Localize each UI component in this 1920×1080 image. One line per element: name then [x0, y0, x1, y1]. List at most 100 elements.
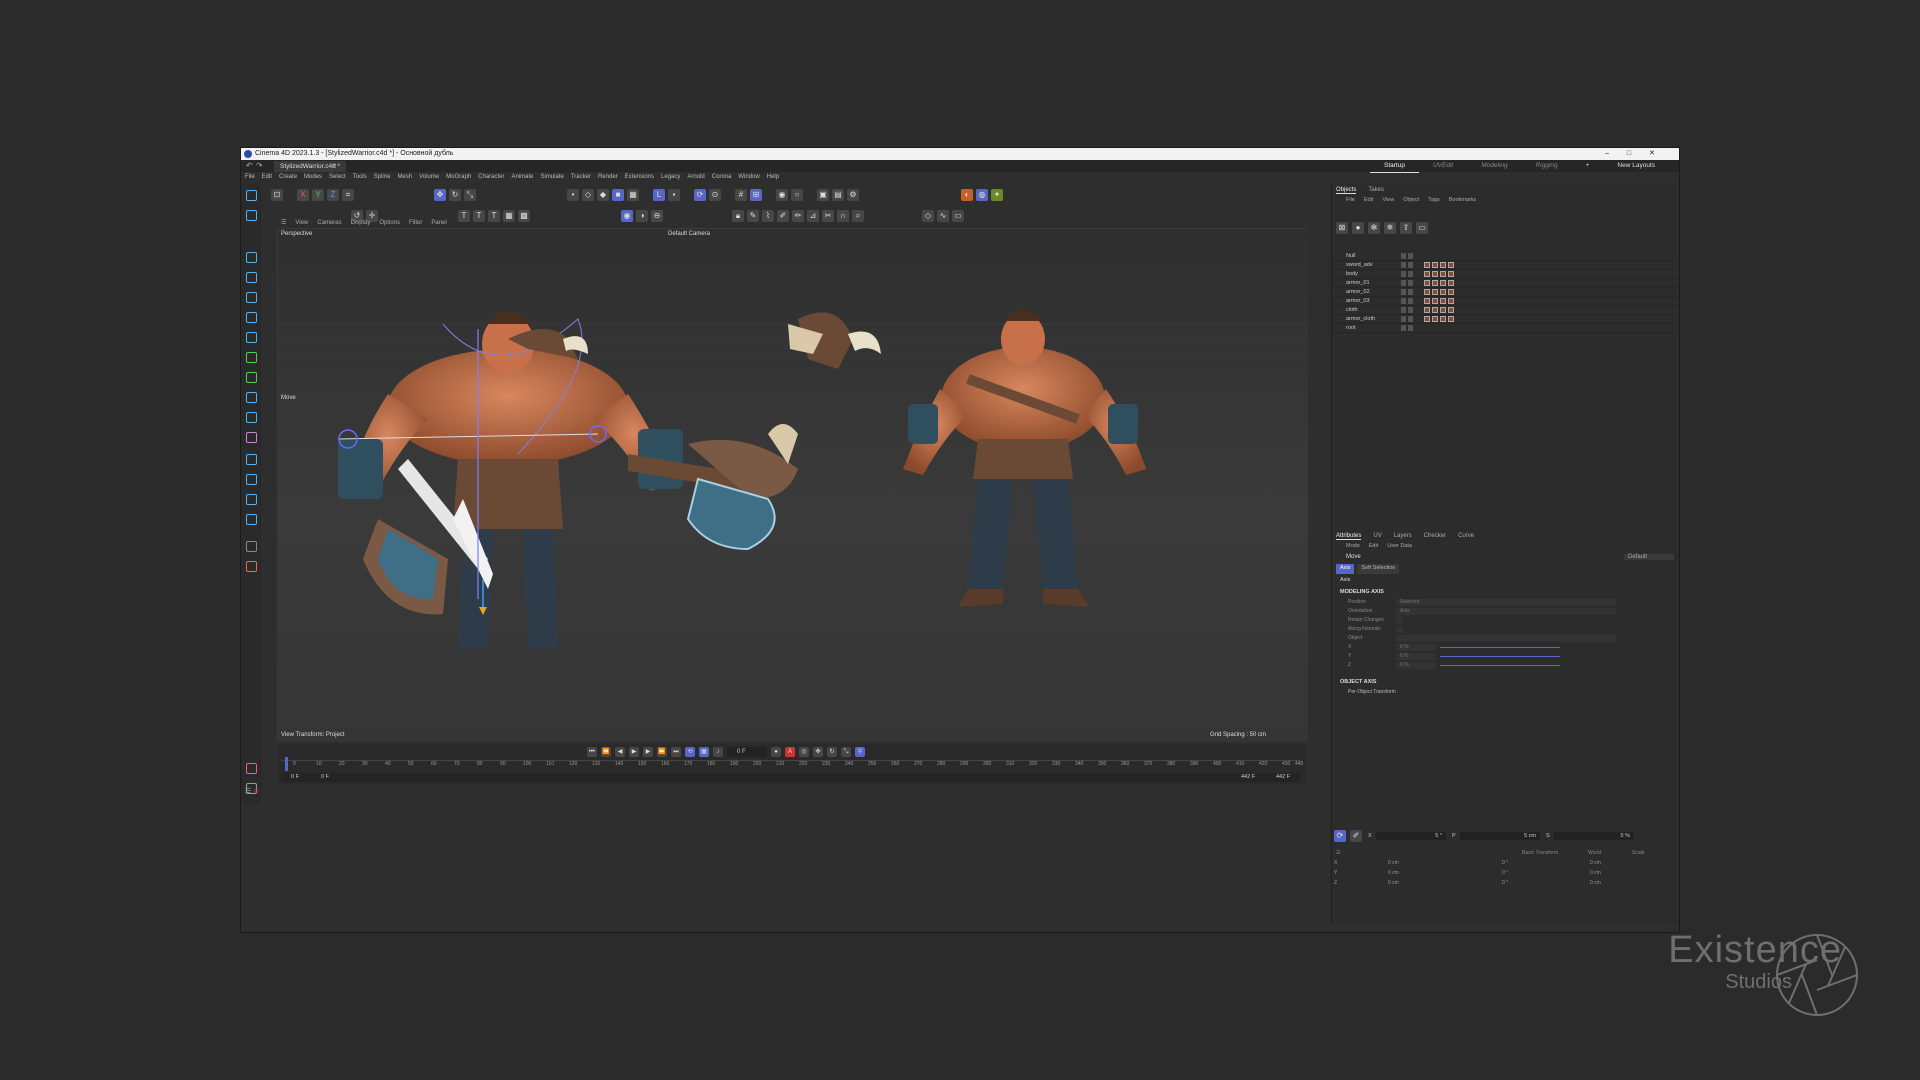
visibility-toggles[interactable]	[1401, 289, 1413, 295]
snap-angle-field[interactable]: 5 °	[1376, 832, 1446, 840]
tag-icons[interactable]	[1424, 271, 1454, 277]
light-icon[interactable]	[246, 514, 257, 525]
menu-spline[interactable]: Spline	[374, 172, 391, 183]
rotation-key-icon[interactable]: ↻	[827, 747, 837, 757]
tag-icons[interactable]	[1424, 280, 1454, 286]
coordinate-system-icon[interactable]: ⌗	[342, 189, 354, 201]
menu-legacy[interactable]: Legacy	[661, 172, 680, 183]
visibility-toggles[interactable]	[1401, 280, 1413, 286]
coord-position[interactable]: 0 cm	[1388, 870, 1399, 876]
mograph-icon[interactable]	[246, 352, 257, 363]
obj-menu-edit[interactable]: Edit	[1364, 195, 1373, 206]
layout-startup[interactable]: Startup	[1369, 160, 1419, 173]
next-frame-icon[interactable]: ▶	[643, 747, 653, 757]
spline-pen-icon[interactable]	[246, 412, 257, 423]
coord-rotation[interactable]: 0 °	[1502, 870, 1508, 876]
prop-value[interactable]: Selected	[1396, 599, 1616, 606]
coord-position[interactable]: 0 cm	[1388, 880, 1399, 886]
vp-menu-filter[interactable]: Filter	[409, 218, 422, 228]
generator-icon[interactable]	[246, 332, 257, 343]
coord-rotation[interactable]: 0 °	[1502, 860, 1508, 866]
visibility-toggles[interactable]	[1401, 325, 1413, 331]
field-icon[interactable]	[246, 392, 257, 403]
go-to-start-icon[interactable]: ⏮	[587, 747, 597, 757]
filter-sphere-icon[interactable]: ●	[1352, 222, 1364, 234]
coord-position[interactable]: 0 cm	[1388, 860, 1399, 866]
slider[interactable]	[1440, 656, 1560, 657]
deformer-icon[interactable]	[246, 372, 257, 383]
coord-size[interactable]: 0 cm	[1590, 880, 1601, 886]
menu-modes[interactable]: Modes	[304, 172, 322, 183]
sphere-field-icon[interactable]: ◉	[621, 210, 633, 222]
prop-value[interactable]: 0 %	[1396, 653, 1436, 660]
list-item[interactable]: armor_02	[1332, 288, 1679, 297]
filter-null-icon[interactable]: ⊠	[1336, 222, 1348, 234]
list-item[interactable]: armor_cloth	[1332, 315, 1679, 324]
attr-menu-userdata[interactable]: User Data	[1387, 541, 1412, 552]
timeline-mode-icon[interactable]: ▦	[699, 747, 709, 757]
position-key-icon[interactable]: ✥	[813, 747, 823, 757]
menu-select[interactable]: Select	[329, 172, 346, 183]
sculpt-icon[interactable]: ✐	[777, 210, 789, 222]
obj-menu-view[interactable]: View	[1382, 195, 1394, 206]
prev-frame-icon[interactable]: ◀	[615, 747, 625, 757]
coords-scale-dropdown[interactable]: Scale	[1632, 848, 1645, 858]
autokey-icon[interactable]: A	[785, 747, 795, 757]
time-ruler[interactable]: 0 10 20 30 40 50 60 70 80 90 100 110 120…	[281, 757, 1303, 771]
object-axis-header[interactable]: OBJECT AXIS	[1332, 676, 1679, 688]
loop-icon[interactable]: ⟲	[685, 747, 695, 757]
bevel-icon[interactable]: ⊿	[807, 210, 819, 222]
plugin-icon[interactable]: ✦	[991, 189, 1003, 201]
sound-icon[interactable]: ♪	[713, 747, 723, 757]
go-to-end-icon[interactable]: ⏭	[671, 747, 681, 757]
menu-corona[interactable]: Corona	[712, 172, 732, 183]
preview-start-field[interactable]: 0 F	[321, 773, 329, 782]
menu-edit[interactable]: Edit	[262, 172, 272, 183]
coords-menu-icon[interactable]: ☰	[1336, 848, 1340, 858]
scene-icon[interactable]	[246, 474, 257, 485]
list-item[interactable]: Null	[1332, 252, 1679, 261]
visibility-toggles[interactable]	[1401, 271, 1413, 277]
render-view-icon[interactable]: ▣	[817, 189, 829, 201]
obj-menu-file[interactable]: File	[1346, 195, 1355, 206]
list-item[interactable]: armor_01	[1332, 279, 1679, 288]
snap-distance-field[interactable]: 5 cm	[1460, 832, 1540, 840]
status-error-icon[interactable]: ⊘	[253, 788, 259, 795]
coords-mode-dropdown[interactable]: Basic Transform	[1522, 848, 1558, 858]
visibility-toggles[interactable]	[1401, 298, 1413, 304]
arnold-ipr-icon[interactable]: ◐	[961, 189, 973, 201]
menu-volume[interactable]: Volume	[419, 172, 439, 183]
uv-mode-icon[interactable]: ▦	[627, 189, 639, 201]
menu-file[interactable]: File	[245, 172, 255, 183]
text-object-icon[interactable]	[246, 312, 257, 323]
primitive-icon[interactable]	[246, 292, 257, 303]
layout-rigging[interactable]: Rigging	[1522, 160, 1572, 173]
new-layouts-button[interactable]: New Layouts	[1603, 160, 1669, 173]
menu-mesh[interactable]: Mesh	[397, 172, 412, 183]
edges-mode-icon[interactable]: ◇	[582, 189, 594, 201]
move-tool-icon[interactable]: ✥	[434, 189, 446, 201]
text-spline-icon[interactable]: T	[473, 210, 485, 222]
tab-layers[interactable]: Layers	[1394, 531, 1412, 540]
prop-value[interactable]: Axis	[1396, 608, 1616, 615]
solo-icon[interactable]: ◉	[776, 189, 788, 201]
snowflake-icon[interactable]: ❄	[1384, 222, 1396, 234]
vp-menu-cameras[interactable]: Cameras	[317, 218, 341, 228]
drop-icon[interactable]	[246, 561, 257, 572]
axis-y-toggle[interactable]: Y	[312, 189, 324, 201]
viewport[interactable]: Perspective Default Camera Move View Tra…	[277, 228, 1308, 742]
add-layout-icon[interactable]: +	[1572, 160, 1604, 173]
range-end-field[interactable]: 442 F	[1276, 773, 1290, 782]
snap-icon[interactable]: ⟳	[694, 189, 706, 201]
menu-help[interactable]: Help	[767, 172, 779, 183]
live-selection-icon[interactable]	[246, 210, 257, 221]
keyframe-selection-icon[interactable]: ◎	[799, 747, 809, 757]
param-key-icon[interactable]: ⚲	[855, 747, 865, 757]
shading-icon[interactable]: ◑	[636, 210, 648, 222]
tag-icons[interactable]	[1424, 262, 1454, 268]
tab-uv[interactable]: UV	[1373, 531, 1381, 540]
obj-menu-bookmarks[interactable]: Bookmarks	[1449, 195, 1477, 206]
axis-x-toggle[interactable]: X	[297, 189, 309, 201]
paint-icon[interactable]: ✎	[747, 210, 759, 222]
render-picture-viewer-icon[interactable]: ▤	[832, 189, 844, 201]
